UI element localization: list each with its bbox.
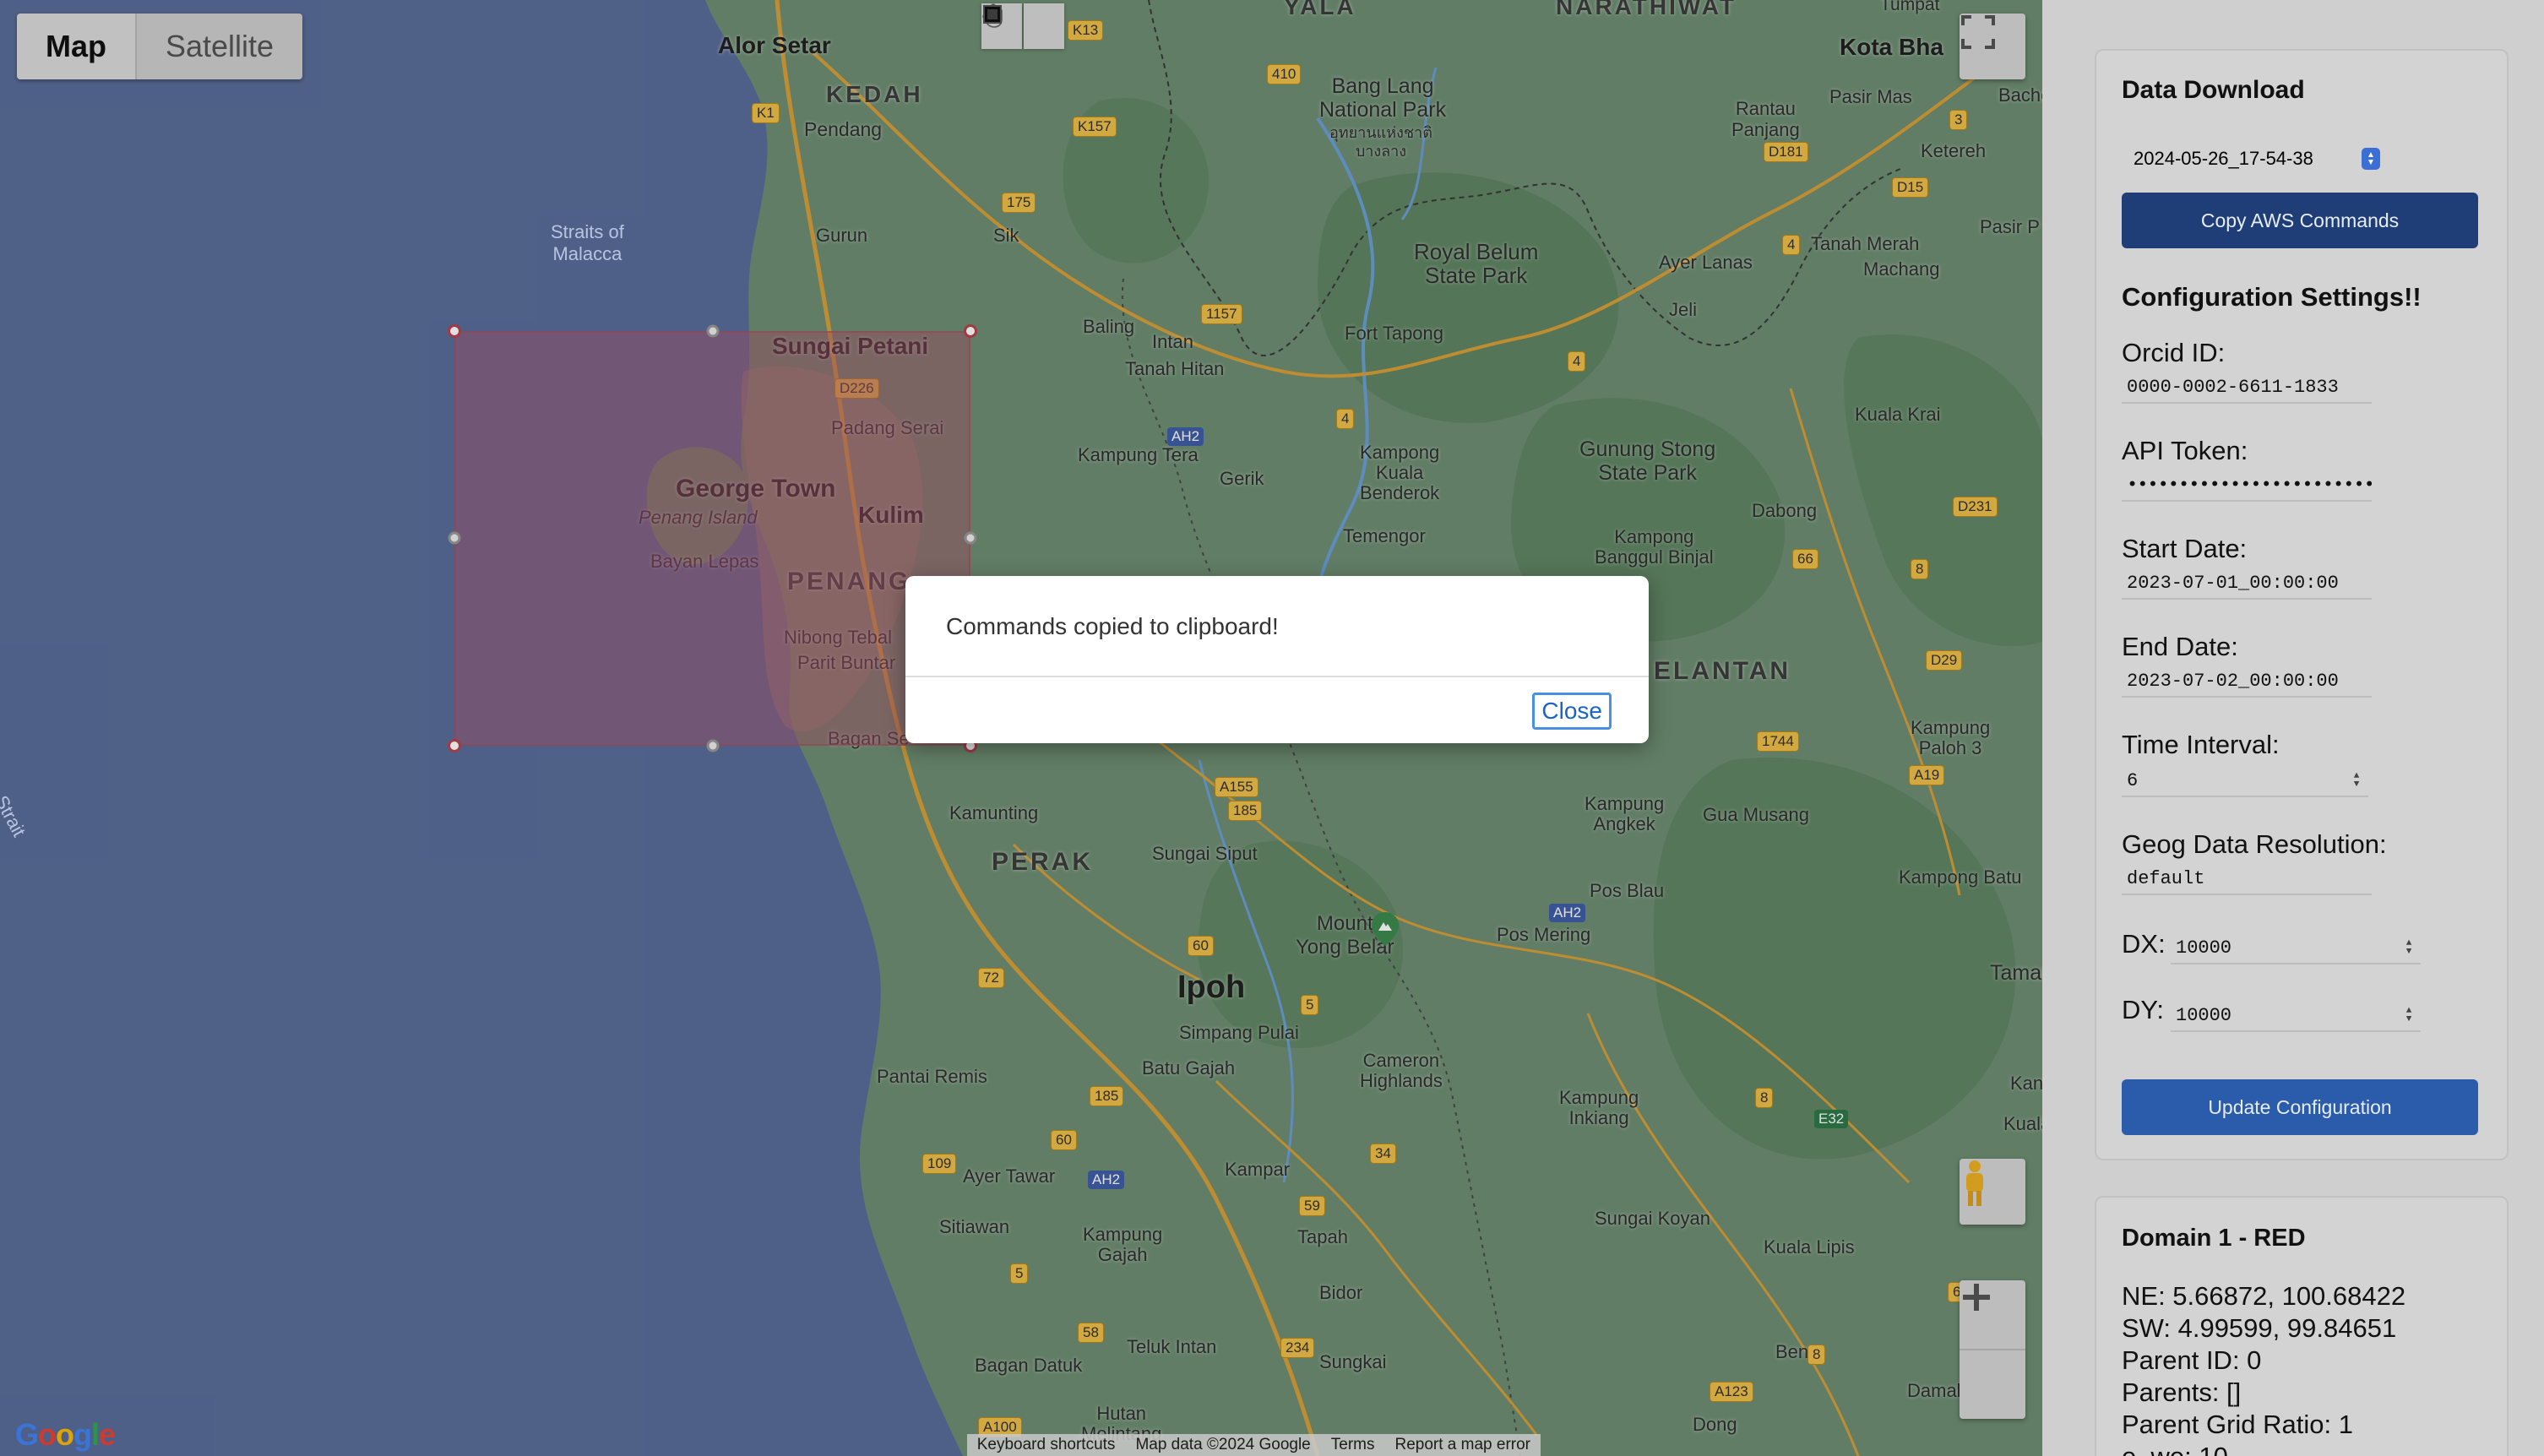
update-configuration-button[interactable]: Update Configuration — [2122, 1079, 2478, 1135]
dialog-message: Commands copied to clipboard! — [946, 613, 1279, 639]
config-card: Data Download 2024-05-26_17-54-38 ▲ ▼ Cop… — [2095, 49, 2509, 1160]
map-canvas[interactable]: Alor Setar KEDAH Pendang YALA NARATHIWAT… — [0, 0, 2042, 1456]
time-interval-input[interactable]: 6 ▲ ▼ — [2122, 765, 2368, 797]
time-interval-label: Time Interval: — [2122, 730, 2280, 759]
dx-value: 10000 — [2176, 937, 2232, 959]
time-interval-value: 6 — [2127, 769, 2139, 791]
orcid-input[interactable]: 0000-0002-6611-1833 — [2122, 372, 2372, 404]
domain-card: Domain 1 - RED NE: 5.66872, 100.68422 SW… — [2095, 1196, 2509, 1456]
copy-aws-commands-button[interactable]: Copy AWS Commands — [2122, 193, 2478, 248]
api-token-input[interactable]: •••••••••••••••••••••••• — [2122, 470, 2372, 502]
stepper-icon[interactable]: ▲ ▼ — [2402, 1004, 2416, 1026]
start-date-input[interactable]: 2023-07-01_00:00:00 — [2122, 568, 2372, 600]
domain-sw: SW: 4.99599, 99.84651 — [2122, 1313, 2397, 1343]
dy-input[interactable]: 10000 ▲ ▼ — [2171, 1000, 2421, 1032]
domain-parents: Parents: [] — [2122, 1377, 2242, 1407]
data-download-title: Data Download — [2122, 76, 2305, 104]
dx-label: DX: — [2122, 929, 2166, 959]
start-date-label: Start Date: — [2122, 534, 2248, 563]
alert-dialog: Commands copied to clipboard! Close — [905, 576, 1649, 743]
end-date-input[interactable]: 2023-07-02_00:00:00 — [2122, 666, 2372, 698]
domain-ne: NE: 5.66872, 100.68422 — [2122, 1281, 2406, 1311]
domain-parent-id: Parent ID: 0 — [2122, 1345, 2262, 1375]
select-arrows-icon: ▲ ▼ — [2362, 148, 2380, 170]
sidebar: Data Download 2024-05-26_17-54-38 ▲ ▼ Cop… — [2042, 0, 2544, 1456]
end-date-label: End Date: — [2122, 632, 2238, 661]
orcid-label: Orcid ID: — [2122, 338, 2226, 367]
dialog-divider — [905, 676, 1649, 677]
dialog-close-button[interactable]: Close — [1532, 693, 1612, 730]
domain-parent-grid-ratio: Parent Grid Ratio: 1 — [2122, 1410, 2353, 1439]
geog-resolution-input[interactable]: default — [2122, 863, 2372, 895]
domain-title: Domain 1 - RED — [2122, 1225, 2306, 1252]
config-settings-title: Configuration Settings!! — [2122, 282, 2422, 312]
dy-value: 10000 — [2176, 1004, 2232, 1026]
run-select-value: 2024-05-26_17-54-38 — [2134, 148, 2313, 169]
dy-label: DY: — [2122, 995, 2164, 1024]
geog-resolution-label: Geog Data Resolution: — [2122, 829, 2387, 859]
api-token-label: API Token: — [2122, 436, 2248, 465]
stepper-icon[interactable]: ▲ ▼ — [2402, 937, 2416, 959]
run-select[interactable]: 2024-05-26_17-54-38 ▲ ▼ — [2122, 144, 2384, 174]
dx-input[interactable]: 10000 ▲ ▼ — [2171, 932, 2421, 964]
domain-e-we: e_we: 10 — [2122, 1441, 2405, 1456]
stepper-icon[interactable]: ▲ ▼ — [2350, 769, 2363, 791]
domain-details: NE: 5.66872, 100.68422 SW: 4.99599, 99.8… — [2122, 1280, 2405, 1456]
